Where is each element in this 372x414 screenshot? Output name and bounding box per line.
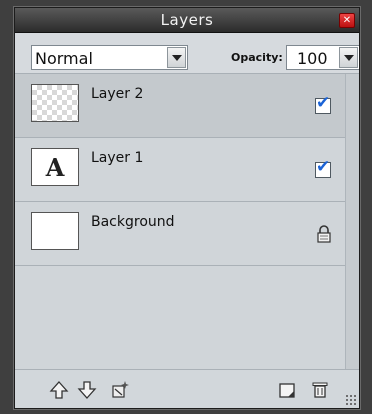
blend-mode-dropdown-button[interactable] — [167, 47, 186, 68]
opacity-value: 100 — [297, 49, 328, 68]
move-layer-up-icon[interactable] — [49, 380, 69, 400]
opacity-select[interactable]: 100 — [286, 45, 359, 70]
checkmark-icon: ✔ — [316, 157, 331, 177]
layer-name: Layer 1 — [91, 150, 144, 166]
layer-thumbnail — [31, 84, 79, 122]
layer-list-scrollbar[interactable] — [345, 74, 359, 369]
layer-row-layer-1[interactable]: A Layer 1 ✔ — [15, 138, 345, 202]
layer-name: Background — [91, 214, 175, 230]
blend-mode-value: Normal — [35, 49, 93, 68]
move-layer-down-icon[interactable] — [77, 380, 97, 400]
opacity-label: Opacity: — [231, 51, 283, 64]
blend-mode-select[interactable]: Normal — [31, 45, 188, 70]
layer-visibility-checkbox[interactable]: ✔ — [315, 157, 331, 178]
panel-title: Layers — [160, 11, 214, 29]
text-layer-glyph: A — [45, 153, 65, 182]
opacity-dropdown-button[interactable] — [339, 47, 358, 68]
layers-panel: Layers ✕ Normal Opacity: 100 Layer 2 ✔ A… — [14, 7, 360, 409]
layer-visibility-checkbox[interactable]: ✔ — [315, 93, 331, 114]
title-bar[interactable]: Layers ✕ — [15, 8, 359, 33]
layer-row-layer-2[interactable]: Layer 2 ✔ — [15, 74, 345, 138]
checkmark-icon: ✔ — [316, 93, 331, 113]
layer-name: Layer 2 — [91, 86, 144, 102]
layer-row-background[interactable]: Background — [15, 202, 345, 266]
layer-effects-icon[interactable] — [110, 380, 130, 400]
delete-layer-icon[interactable] — [310, 380, 330, 400]
layer-thumbnail — [31, 212, 79, 250]
layer-toolbar — [15, 369, 359, 408]
chevron-down-icon — [172, 55, 182, 61]
lock-icon[interactable] — [316, 225, 332, 243]
new-layer-icon[interactable] — [277, 380, 297, 400]
resize-grip[interactable] — [345, 394, 357, 406]
layer-thumbnail: A — [31, 148, 79, 186]
close-icon: ✕ — [342, 15, 352, 26]
close-button[interactable]: ✕ — [339, 13, 355, 28]
layer-options-bar: Normal Opacity: 100 — [15, 33, 359, 74]
chevron-down-icon — [344, 55, 354, 61]
layer-list: Layer 2 ✔ A Layer 1 ✔ Background — [15, 74, 345, 369]
